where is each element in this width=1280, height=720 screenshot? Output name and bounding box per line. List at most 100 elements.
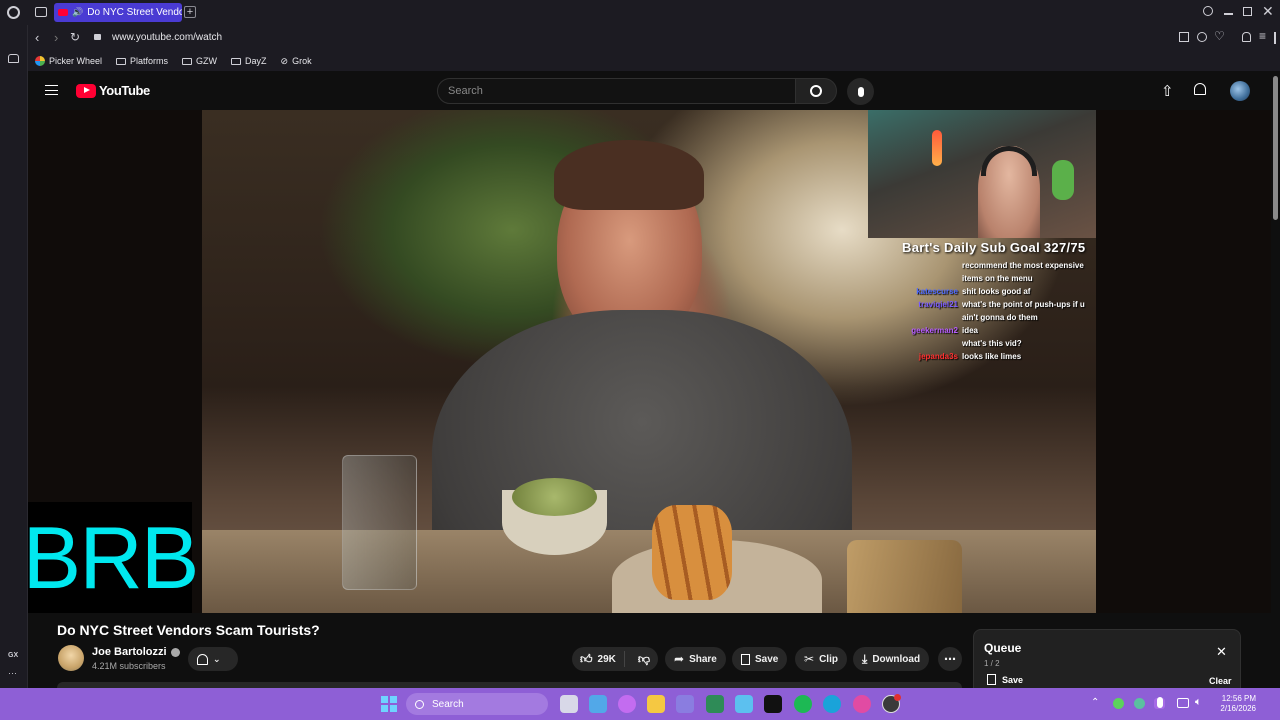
microphone-icon[interactable] xyxy=(1157,697,1163,708)
bookmark-grok[interactable]: ⊘ Grok xyxy=(281,56,312,67)
opera-gx-icon[interactable] xyxy=(853,695,871,713)
more-actions-button[interactable]: ⋯ xyxy=(938,647,962,671)
profile-icon[interactable] xyxy=(1242,32,1251,42)
clip-button[interactable]: ✂ Clip xyxy=(795,647,847,671)
forward-button[interactable]: › xyxy=(54,31,58,44)
queue-save-button[interactable]: Save xyxy=(987,674,1023,685)
start-icon[interactable] xyxy=(381,696,397,712)
guide-menu-icon[interactable] xyxy=(45,85,58,95)
minimize-button[interactable] xyxy=(1224,13,1233,15)
restore-button[interactable] xyxy=(1243,7,1252,16)
dislike-button[interactable]: 👎︎ xyxy=(630,652,658,667)
subscriber-count: 4.21M subscribers xyxy=(92,661,166,671)
clip-label: Clip xyxy=(819,653,838,665)
youtube-wordmark: YouTube xyxy=(99,83,150,98)
bookmark-label: Grok xyxy=(292,56,312,66)
bookmark-gzw[interactable]: GZW xyxy=(182,56,217,66)
file-explorer-icon[interactable] xyxy=(647,695,665,713)
tray-app-icon[interactable] xyxy=(1113,698,1124,709)
bookmark-platforms[interactable]: Platforms xyxy=(116,56,168,66)
scissors-icon: ✂ xyxy=(804,652,815,666)
url-field[interactable]: www.youtube.com/watch xyxy=(112,32,222,43)
menu-icon[interactable]: ≡ xyxy=(1259,30,1266,42)
channel-name[interactable]: Joe Bartolozzi xyxy=(92,646,180,658)
chat-username: traviqiel21 xyxy=(918,300,958,309)
bookmark-picker-wheel[interactable]: Picker Wheel xyxy=(35,56,102,66)
apps-grid-icon[interactable] xyxy=(676,695,694,713)
chat-text: shit looks good af xyxy=(962,287,1031,296)
notifications-bell-icon[interactable] xyxy=(1194,83,1206,95)
widgets-icon[interactable] xyxy=(589,695,607,713)
tray-chevron-icon[interactable]: ⌃ xyxy=(1091,697,1099,708)
video-title: Do NYC Street Vendors Scam Tourists? xyxy=(57,622,320,638)
scrollbar-thumb[interactable] xyxy=(1273,76,1278,220)
reload-button[interactable]: ↻ xyxy=(70,31,80,43)
chat-text: what's this vid? xyxy=(962,339,1022,348)
back-button[interactable]: ‹ xyxy=(35,31,39,44)
streamer-webcam xyxy=(868,110,1096,238)
like-button[interactable]: 👍︎ 29K xyxy=(572,651,625,667)
save-button[interactable]: Save xyxy=(732,647,788,671)
notepad-icon[interactable] xyxy=(735,695,753,713)
task-view-icon[interactable] xyxy=(560,695,578,713)
youtube-logo[interactable]: YouTube xyxy=(76,83,150,98)
channel-avatar[interactable] xyxy=(58,645,84,671)
bookmark-label: Platforms xyxy=(130,56,169,66)
bookmark-label: DayZ xyxy=(245,56,267,66)
bookmark-icon xyxy=(987,674,996,685)
clock[interactable]: 12:56 PM 2/16/2026 xyxy=(1212,694,1256,714)
account-avatar[interactable] xyxy=(1230,81,1250,101)
drop-icon[interactable] xyxy=(618,695,636,713)
search-input[interactable]: Search xyxy=(437,78,796,104)
stream-chat-overlay: recommend the most expensive items on the… xyxy=(886,259,1085,363)
queue-position: 1 / 2 xyxy=(984,659,1000,668)
new-tab-button[interactable]: + xyxy=(184,6,196,18)
sidebar-gx-label[interactable]: GX xyxy=(8,652,18,659)
volume-icon[interactable]: 🔈︎ xyxy=(1195,696,1202,709)
capcut-icon[interactable] xyxy=(764,695,782,713)
queue-clear-button[interactable]: Clear xyxy=(1209,676,1232,686)
aria-icon[interactable] xyxy=(8,54,19,63)
picker-wheel-icon xyxy=(35,56,45,66)
sidebar-toggle-icon[interactable] xyxy=(1274,32,1276,44)
voice-search-button[interactable] xyxy=(847,78,874,105)
search-button[interactable] xyxy=(795,78,837,104)
download-button[interactable]: ⤓ Download xyxy=(853,647,930,671)
share-button[interactable]: ➦ Share xyxy=(665,647,726,671)
bell-icon xyxy=(197,653,208,665)
speaker-icon[interactable]: 🔊 xyxy=(72,7,83,18)
chat-message: recommend the most expensive xyxy=(886,259,1085,272)
edge-icon[interactable] xyxy=(823,695,841,713)
snapshot-icon[interactable] xyxy=(1179,32,1189,42)
chat-text: looks like limes xyxy=(962,352,1022,361)
notification-subscribe-button[interactable]: ⌄ xyxy=(188,647,238,671)
tray-app-icon[interactable] xyxy=(1134,698,1145,709)
workspaces-icon[interactable] xyxy=(35,7,47,17)
windows-taskbar xyxy=(0,688,1280,720)
chat-text: idea xyxy=(962,326,979,335)
person-hair xyxy=(554,140,704,210)
search-icon xyxy=(810,85,822,97)
upload-icon[interactable]: ⇧ xyxy=(1161,82,1174,100)
excel-icon[interactable] xyxy=(706,695,724,713)
chat-text: items on the menu xyxy=(962,274,1033,283)
taskbar-search[interactable]: Search xyxy=(406,693,548,715)
spotify-icon[interactable] xyxy=(794,695,812,713)
bookmark-dayz[interactable]: DayZ xyxy=(231,56,267,66)
adblock-icon[interactable] xyxy=(1197,32,1207,42)
queue-close-icon[interactable]: ✕ xyxy=(1216,644,1227,660)
chat-text: what's the point of push-ups if u xyxy=(962,300,1085,309)
search-tabs-icon[interactable] xyxy=(1203,6,1213,16)
taskbar-search-label: Search xyxy=(432,698,464,710)
opera-menu-icon[interactable] xyxy=(7,6,20,19)
glass-left xyxy=(342,455,417,590)
browser-tab-active[interactable]: 🔊 Do NYC Street Vendors xyxy=(54,3,182,22)
close-window-button[interactable]: ✕ xyxy=(1262,3,1274,20)
video-frame[interactable]: Bart's Daily Sub Goal 327/75 recommend t… xyxy=(202,110,1096,613)
heart-icon[interactable]: ♡ xyxy=(1214,30,1225,42)
network-icon[interactable] xyxy=(1177,698,1189,708)
sidebar-more-icon[interactable]: ··· xyxy=(8,668,17,678)
share-icon: ➦ xyxy=(674,652,685,666)
video-player[interactable]: Bart's Daily Sub Goal 327/75 recommend t… xyxy=(28,110,1271,613)
folder-icon xyxy=(182,57,193,65)
